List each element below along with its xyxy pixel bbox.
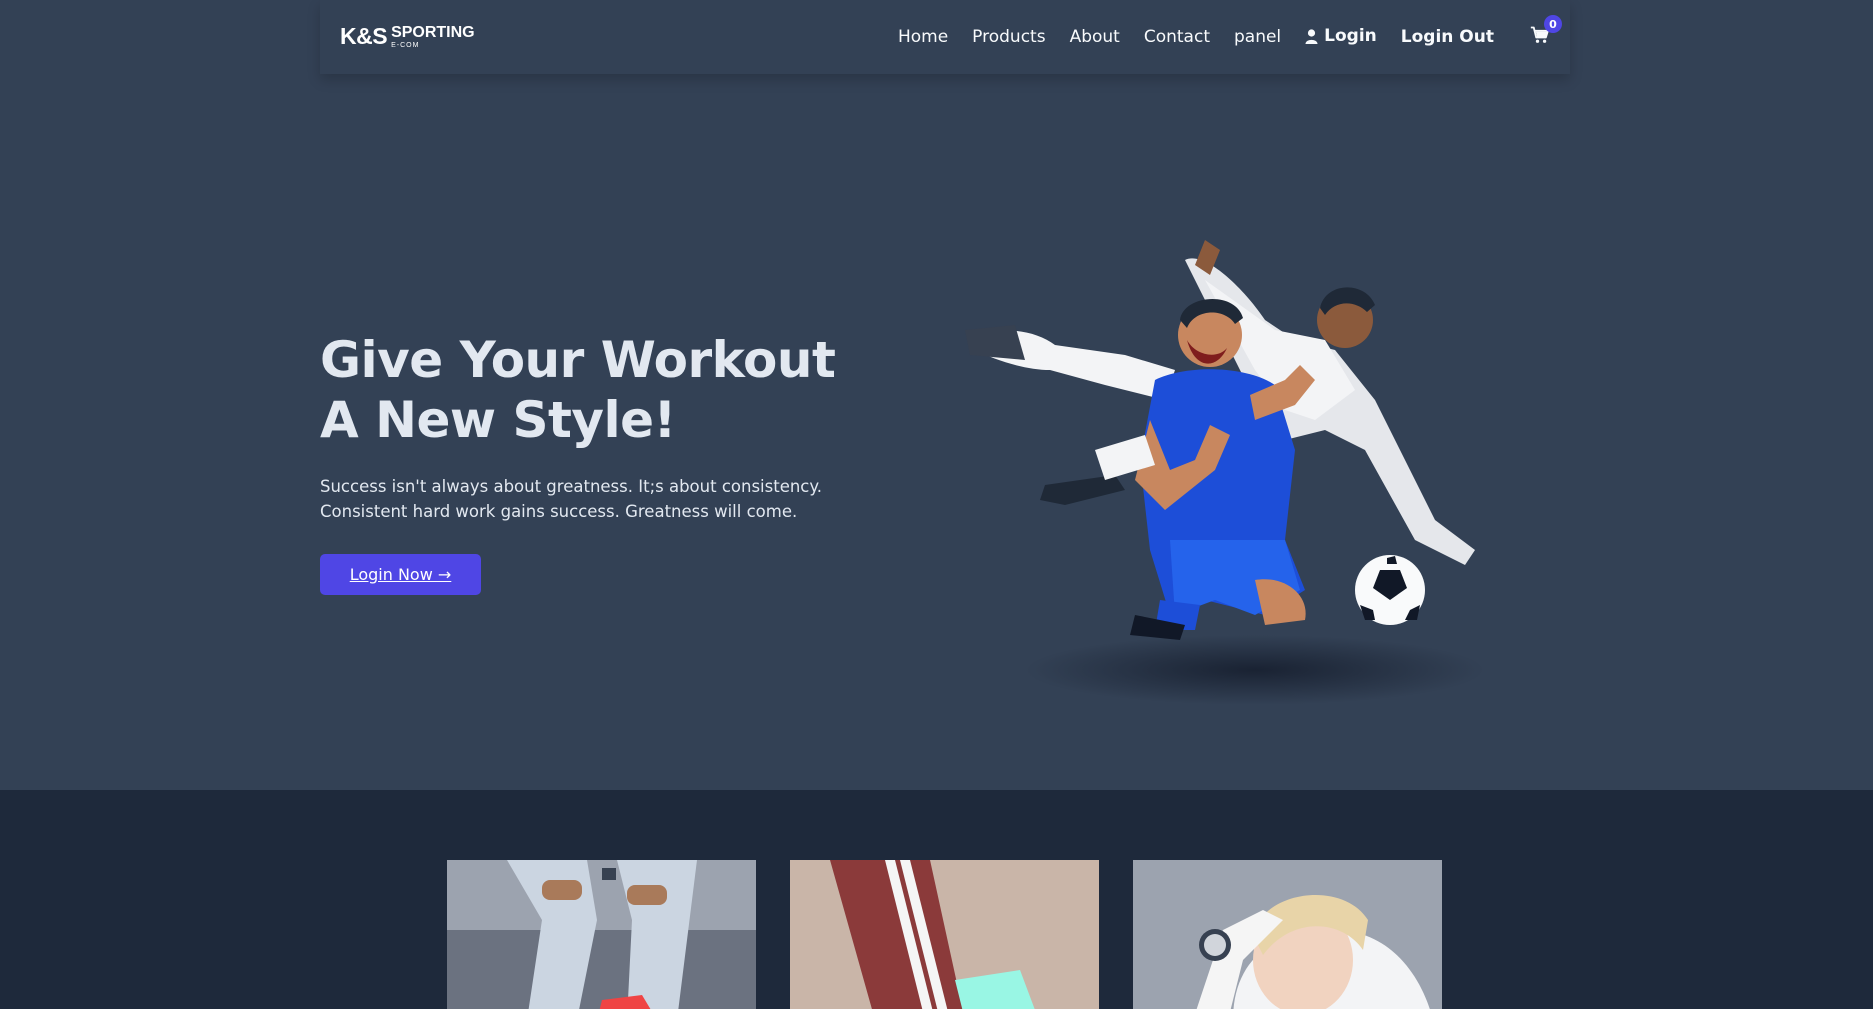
nav-logout-link[interactable]: Login Out xyxy=(1401,27,1494,47)
track-pants-image xyxy=(790,860,1099,1009)
user-icon xyxy=(1305,29,1318,44)
logo-sub-text: E-COM xyxy=(391,42,420,49)
logo-top-text: SPORTING xyxy=(391,24,475,41)
nav-links: Home Products About Contact panel Login … xyxy=(898,15,1562,49)
hero-section: Give Your Workout A New Style! Success i… xyxy=(320,330,920,595)
cart-count-badge: 0 xyxy=(1544,15,1562,33)
soccer-players-image xyxy=(955,220,1555,720)
nav-panel-link[interactable]: panel xyxy=(1234,27,1281,47)
product-card[interactable] xyxy=(1133,860,1442,1009)
login-now-button[interactable]: Login Now → xyxy=(320,554,481,595)
logo-main-text: K&S xyxy=(340,23,388,49)
hero-title-line1: Give Your Workout xyxy=(320,331,836,389)
login-label: Login xyxy=(1324,26,1377,47)
nav-contact-link[interactable]: Contact xyxy=(1144,27,1210,47)
cart-button[interactable]: 0 xyxy=(1530,15,1562,45)
nav-products-link[interactable]: Products xyxy=(972,27,1045,47)
logo-right: SPORTING E-COM xyxy=(391,24,475,50)
jeans-sneakers-image xyxy=(447,860,756,1009)
woman-smartwatch-image xyxy=(1133,860,1442,1009)
hero-title-line2: A New Style! xyxy=(320,391,676,449)
nav-about-link[interactable]: About xyxy=(1070,27,1120,47)
navbar: K&S SPORTING E-COM Home Products About C… xyxy=(320,0,1570,74)
nav-login-link[interactable]: Login xyxy=(1305,26,1377,46)
hero-description: Success isn't always about greatness. It… xyxy=(320,477,823,521)
product-card[interactable] xyxy=(790,860,1099,1009)
hero-title: Give Your Workout A New Style! xyxy=(320,330,920,450)
product-card[interactable] xyxy=(447,860,756,1009)
brand-logo[interactable]: K&S SPORTING E-COM xyxy=(340,23,475,50)
nav-home-link[interactable]: Home xyxy=(898,27,948,47)
products-section xyxy=(0,790,1873,1009)
